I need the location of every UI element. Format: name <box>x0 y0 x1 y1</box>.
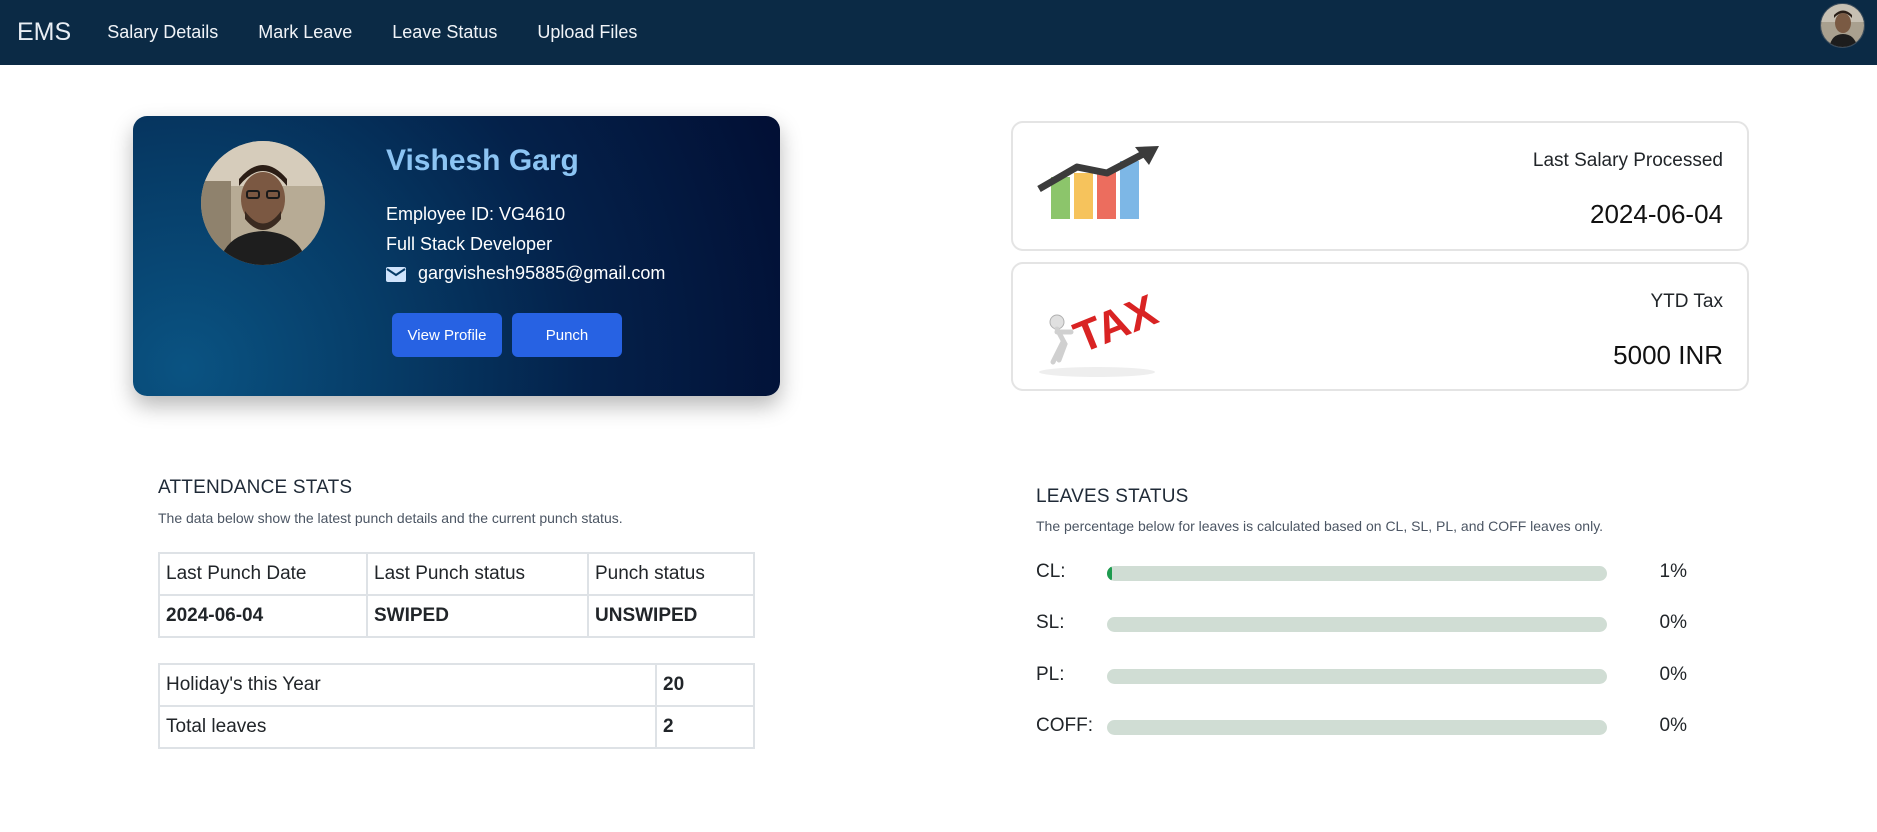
leave-row-sl: SL: 0% <box>1036 612 1716 636</box>
nav-upload-files[interactable]: Upload Files <box>537 22 637 43</box>
growth-chart-icon <box>1037 145 1163 230</box>
last-punch-status: SWIPED <box>366 594 589 638</box>
leave-row-cl: CL: 1% <box>1036 561 1716 585</box>
leave-progress-bar <box>1107 566 1607 581</box>
nav-salary-details[interactable]: Salary Details <box>107 22 218 43</box>
leaves-subtitle: The percentage below for leaves is calcu… <box>1036 518 1604 534</box>
header-last-punch-date: Last Punch Date <box>158 552 368 596</box>
employee-email: gargvishesh95885@gmail.com <box>418 263 666 283</box>
salary-label: Last Salary Processed <box>1532 150 1723 171</box>
employee-role: Full Stack Developer <box>386 234 553 254</box>
employee-id: Employee ID: VG4610 <box>386 204 566 224</box>
attendance-title: ATTENDANCE STATS <box>158 477 353 498</box>
top-navbar: EMS Salary Details Mark Leave Leave Stat… <box>0 0 1877 65</box>
last-salary-card: Last Salary Processed 2024-06-04 <box>1011 121 1749 251</box>
table-row: 2024-06-04 SWIPED UNSWIPED <box>158 594 755 638</box>
punch-button[interactable]: Punch <box>512 313 622 357</box>
salary-date: 2024-06-04 <box>1590 199 1723 229</box>
punch-status: UNSWIPED <box>587 594 755 638</box>
table-row: Holiday's this Year 20 <box>158 663 755 707</box>
leave-label: SL: <box>1036 612 1065 633</box>
leave-label: COFF: <box>1036 715 1093 736</box>
profile-photo <box>201 141 325 265</box>
ytd-tax-card: TAX YTD Tax 5000 INR <box>1011 262 1749 391</box>
mail-icon <box>386 266 406 282</box>
employee-email-row: gargvishesh95885@gmail.com <box>386 263 665 284</box>
header-last-punch-status: Last Punch status <box>366 552 589 596</box>
nav-mark-leave[interactable]: Mark Leave <box>258 22 352 43</box>
tax-figure-icon: TAX <box>1037 280 1164 385</box>
svg-text:TAX: TAX <box>1067 286 1163 363</box>
leave-percent: 1% <box>1659 561 1687 582</box>
brand-logo[interactable]: EMS <box>17 18 71 47</box>
profile-card: Vishesh Garg Employee ID: VG4610 Full St… <box>133 116 780 396</box>
leave-row-coff: COFF: 0% <box>1036 715 1716 739</box>
holidays-value: 20 <box>655 663 755 707</box>
total-leaves-value: 2 <box>655 705 755 749</box>
leave-percent: 0% <box>1659 715 1687 736</box>
leave-label: PL: <box>1036 664 1065 685</box>
leave-percent: 0% <box>1659 664 1687 685</box>
punch-table: Last Punch Date Last Punch status Punch … <box>158 552 755 638</box>
avatar-photo-icon <box>1821 4 1864 47</box>
profile-photo-icon <box>201 141 325 265</box>
summary-table: Holiday's this Year 20 Total leaves 2 <box>158 663 755 749</box>
leave-row-pl: PL: 0% <box>1036 664 1716 688</box>
attendance-subtitle: The data below show the latest punch det… <box>158 510 623 526</box>
last-punch-date: 2024-06-04 <box>158 594 368 638</box>
nav-leave-status[interactable]: Leave Status <box>392 22 497 43</box>
tax-label: YTD Tax <box>1650 291 1723 312</box>
user-avatar[interactable] <box>1820 3 1865 48</box>
holidays-label: Holiday's this Year <box>158 663 657 707</box>
tax-amount: 5000 INR <box>1613 340 1723 370</box>
employee-name: Vishesh Garg <box>386 144 579 177</box>
leaves-title: LEAVES STATUS <box>1036 486 1189 507</box>
leave-progress-bar <box>1107 669 1607 684</box>
leave-progress-fill <box>1107 566 1112 581</box>
leave-percent: 0% <box>1659 612 1687 633</box>
view-profile-button[interactable]: View Profile <box>392 313 502 357</box>
header-punch-status: Punch status <box>587 552 755 596</box>
leave-label: CL: <box>1036 561 1066 582</box>
leave-progress-bar <box>1107 720 1607 735</box>
table-row: Total leaves 2 <box>158 705 755 749</box>
leave-progress-bar <box>1107 617 1607 632</box>
punch-table-header: Last Punch Date Last Punch status Punch … <box>158 552 755 596</box>
total-leaves-label: Total leaves <box>158 705 657 749</box>
